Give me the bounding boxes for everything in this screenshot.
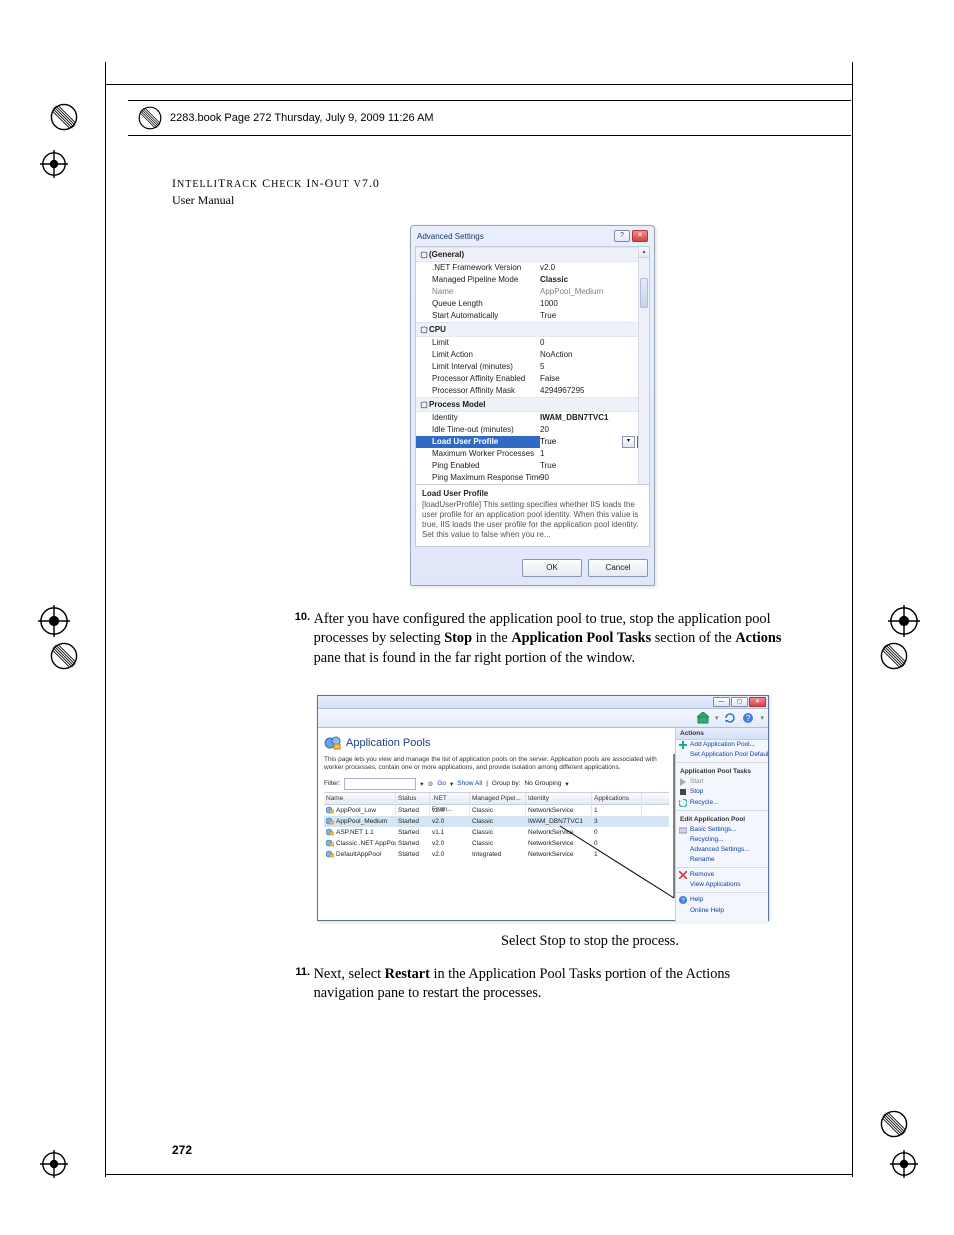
table-header[interactable]: NameStatus.NET Fram...Managed Pipel...Id… bbox=[324, 792, 669, 805]
section-general: (General) bbox=[429, 248, 464, 261]
book-emblem-icon bbox=[138, 106, 162, 130]
property-description: Load User Profile [loadUserProfile] This… bbox=[416, 484, 649, 546]
actions-header: Actions bbox=[676, 728, 768, 740]
recycle-icon bbox=[679, 799, 687, 807]
showall-link[interactable]: Show All bbox=[457, 780, 482, 787]
emblem-icon bbox=[50, 642, 78, 670]
play-icon bbox=[679, 778, 687, 786]
row-load-user-profile[interactable]: Load User Profile True▾ bbox=[416, 436, 649, 448]
book-header-text: 2283.book Page 272 Thursday, July 9, 200… bbox=[170, 112, 434, 124]
maximize-button[interactable]: ◻ bbox=[731, 697, 748, 707]
remove-icon bbox=[679, 871, 687, 879]
property-grid[interactable]: ▢(General) .NET Framework Versionv2.0 Ma… bbox=[416, 247, 649, 484]
emblem-icon bbox=[50, 103, 78, 131]
action-remove[interactable]: Remove bbox=[676, 870, 768, 880]
settings-icon bbox=[679, 826, 687, 834]
close-button[interactable]: ✕ bbox=[749, 697, 766, 707]
step-10: 10. After you have configured the applic… bbox=[288, 610, 788, 668]
stop-icon bbox=[679, 788, 687, 796]
filter-row: Filter: ▾ ⚙ Go ▾ Show All | Group by: No… bbox=[324, 778, 669, 790]
table-row[interactable]: ASP.NET 1.1Startedv1.1ClassicNetworkServ… bbox=[324, 827, 669, 838]
action-recycle[interactable]: Recycle... bbox=[676, 798, 768, 808]
actions-edit-header: Edit Application Pool bbox=[676, 813, 768, 825]
refresh-icon[interactable] bbox=[724, 712, 736, 724]
registration-icon bbox=[890, 1150, 918, 1178]
minimize-button[interactable]: — bbox=[713, 697, 730, 707]
pool-icon bbox=[326, 839, 334, 847]
action-set-defaults[interactable]: Set Application Pool Defaults... bbox=[676, 750, 768, 760]
advanced-settings-dialog: Advanced Settings ? ✕ ▢(General) .NET Fr… bbox=[410, 225, 655, 586]
book-header: 2283.book Page 272 Thursday, July 9, 200… bbox=[128, 100, 851, 136]
action-start: Start bbox=[676, 777, 768, 787]
filter-input[interactable] bbox=[344, 778, 416, 790]
section-process-model: Process Model bbox=[429, 398, 485, 411]
dialog-title: Advanced Settings bbox=[417, 232, 484, 241]
ok-button[interactable]: OK bbox=[522, 559, 582, 577]
page-description: This page lets you view and manage the l… bbox=[324, 756, 669, 772]
help-button[interactable]: ? bbox=[614, 230, 630, 242]
app-pools-icon bbox=[324, 734, 342, 752]
action-stop[interactable]: Stop bbox=[676, 787, 768, 797]
action-online-help[interactable]: Online Help bbox=[676, 906, 768, 916]
page-number: 272 bbox=[172, 1143, 192, 1157]
figure-caption: Select Stop to stop the process. bbox=[400, 932, 780, 951]
iis-manager-window: — ◻ ✕ ▾ ? ▾ Application Pools This page … bbox=[317, 695, 769, 921]
pool-icon bbox=[326, 817, 334, 825]
help-icon[interactable]: ? bbox=[742, 712, 754, 724]
action-recycling[interactable]: Recycling... bbox=[676, 835, 768, 845]
emblem-icon bbox=[880, 642, 908, 670]
step-11: 11. Next, select Restart in the Applicat… bbox=[288, 965, 788, 1004]
dropdown-button[interactable]: ▾ bbox=[622, 436, 635, 448]
action-add-pool[interactable]: Add Application Pool... bbox=[676, 740, 768, 750]
registration-icon bbox=[38, 605, 70, 637]
go-link[interactable]: Go bbox=[437, 780, 446, 787]
action-help[interactable]: ?Help bbox=[676, 895, 768, 905]
pool-icon bbox=[326, 850, 334, 858]
action-advanced-settings[interactable]: Advanced Settings... bbox=[676, 845, 768, 855]
table-row[interactable]: AppPool_MediumStartedv2.0ClassicIWAM_DBN… bbox=[324, 816, 669, 827]
close-button[interactable]: ✕ bbox=[632, 230, 648, 242]
page-title: Application Pools bbox=[324, 734, 669, 752]
table-row[interactable]: AppPool_LowStartedv2.0ClassicNetworkServ… bbox=[324, 805, 669, 816]
pool-icon bbox=[326, 828, 334, 836]
scrollbar[interactable]: ▴ bbox=[638, 247, 649, 484]
table-row[interactable]: Classic .NET AppPoolStartedv2.0ClassicNe… bbox=[324, 838, 669, 849]
registration-icon bbox=[40, 1150, 68, 1178]
running-head-sub: User Manual bbox=[172, 192, 380, 208]
pool-icon bbox=[326, 806, 334, 814]
registration-icon bbox=[888, 605, 920, 637]
cancel-button[interactable]: Cancel bbox=[588, 559, 648, 577]
action-view-applications[interactable]: View Applications bbox=[676, 880, 768, 890]
home-icon[interactable] bbox=[697, 712, 709, 724]
emblem-icon bbox=[880, 1110, 908, 1138]
table-row[interactable]: DefaultAppPoolStartedv2.0IntegratedNetwo… bbox=[324, 849, 669, 860]
actions-pane: Actions Add Application Pool... Set Appl… bbox=[675, 728, 768, 922]
section-cpu: CPU bbox=[429, 323, 446, 336]
toolbar: ▾ ? ▾ bbox=[318, 709, 768, 728]
action-rename[interactable]: Rename bbox=[676, 855, 768, 865]
running-head: INTELLITRACK CHECK IN-OUT V7.0 User Manu… bbox=[172, 175, 380, 208]
add-icon bbox=[679, 741, 687, 749]
help-icon: ? bbox=[679, 896, 687, 904]
registration-icon bbox=[40, 150, 68, 178]
actions-tasks-header: Application Pool Tasks bbox=[676, 765, 768, 777]
action-basic-settings[interactable]: Basic Settings... bbox=[676, 825, 768, 835]
svg-text:?: ? bbox=[746, 714, 751, 723]
